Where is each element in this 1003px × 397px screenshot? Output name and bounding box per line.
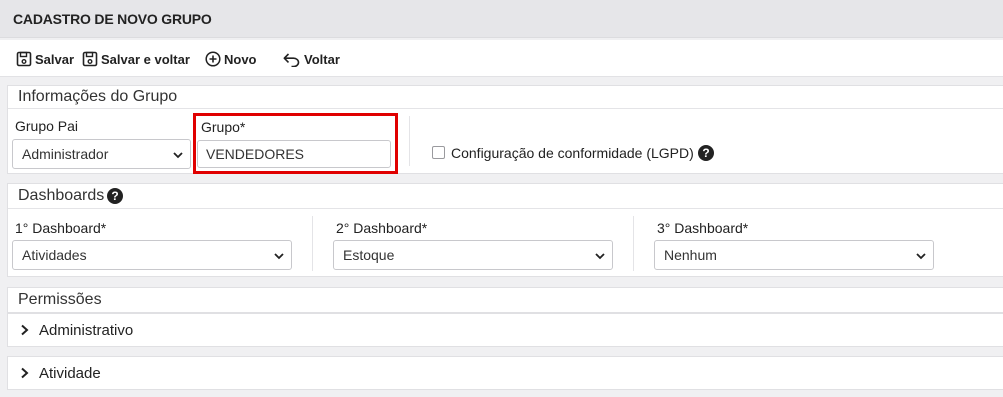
parent-group-label: Grupo Pai	[15, 118, 79, 134]
floppy-disk-back-icon	[82, 51, 98, 67]
save-and-back-button[interactable]: Salvar e voltar	[82, 49, 190, 69]
dashboard-3-select[interactable]: Nenhum	[654, 240, 934, 270]
dashboards-title: Dashboards	[18, 187, 105, 204]
highlight-box	[193, 113, 398, 174]
dashboard-1-value: Atividades	[22, 247, 87, 263]
permissions-panel: Permissões	[7, 287, 1003, 313]
permission-group-atividade[interactable]: Atividade	[7, 356, 1003, 390]
save-button[interactable]: Salvar	[16, 49, 74, 69]
divider	[8, 108, 1003, 109]
floppy-disk-icon	[16, 51, 32, 67]
save-button-label: Salvar	[35, 51, 75, 67]
back-button-label: Voltar	[304, 51, 340, 67]
dashboard-1-label: 1° Dashboard*	[15, 220, 107, 236]
permissions-title: Permissões	[18, 291, 102, 308]
dashboard-3-label: 3° Dashboard*	[657, 220, 749, 236]
save-and-back-label: Salvar e voltar	[101, 51, 190, 67]
chevron-down-icon	[173, 152, 183, 159]
dashboard-2-select[interactable]: Estoque	[333, 240, 613, 270]
permission-group-administrativo[interactable]: Administrativo	[7, 313, 1003, 347]
dashboard-3-value: Nenhum	[664, 247, 717, 263]
chevron-down-icon	[274, 253, 284, 260]
divider	[312, 216, 313, 271]
group-info-title: Informações do Grupo	[18, 88, 178, 105]
question-circle-icon[interactable]: ?	[698, 145, 714, 161]
lgpd-checkbox[interactable]	[432, 146, 445, 159]
page-header: CADASTRO DE NOVO GRUPO	[0, 0, 1003, 38]
chevron-right-icon	[21, 324, 29, 336]
new-button[interactable]: Novo	[205, 49, 257, 69]
chevron-down-icon	[595, 253, 605, 260]
parent-group-value: Administrador	[22, 146, 109, 162]
divider	[409, 116, 410, 166]
new-button-label: Novo	[224, 51, 257, 67]
divider	[633, 216, 634, 271]
dashboard-2-label: 2° Dashboard*	[336, 220, 428, 236]
permission-group-label: Administrativo	[39, 322, 134, 339]
lgpd-label: Configuração de conformidade (LGPD)	[451, 145, 694, 161]
dashboard-1-select[interactable]: Atividades	[12, 240, 292, 270]
plus-circle-icon	[205, 51, 221, 67]
question-circle-icon[interactable]: ?	[107, 188, 123, 204]
back-button[interactable]: Voltar	[282, 49, 340, 69]
toolbar: Salvar Salvar e voltar Novo Voltar	[0, 40, 1003, 77]
chevron-down-icon	[916, 253, 926, 260]
chevron-right-icon	[21, 367, 29, 379]
dashboard-2-value: Estoque	[343, 247, 395, 263]
permission-group-label: Atividade	[39, 365, 101, 382]
parent-group-select[interactable]: Administrador	[12, 139, 191, 169]
page-title: CADASTRO DE NOVO GRUPO	[13, 11, 212, 27]
divider	[8, 208, 1003, 209]
undo-arrow-icon	[283, 53, 300, 67]
